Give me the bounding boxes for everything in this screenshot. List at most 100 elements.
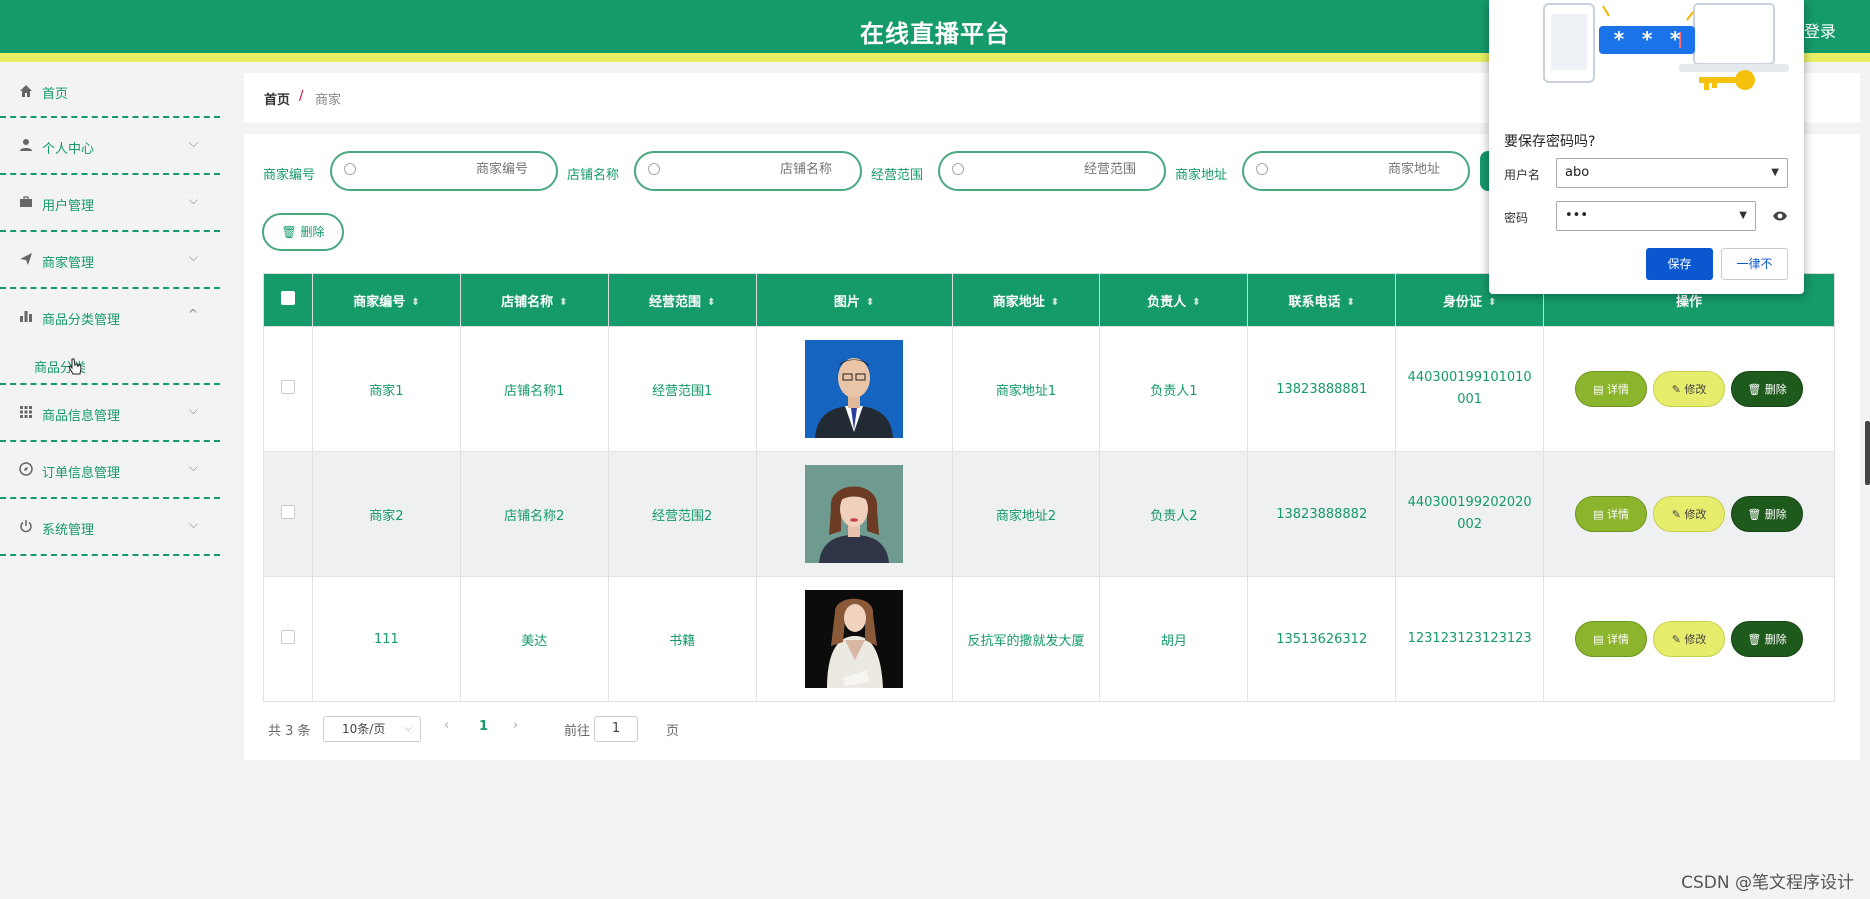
sidebar-item-label: 首页 — [42, 87, 69, 102]
search-input-shop-name[interactable] — [682, 162, 832, 177]
password-label: 密码 — [1504, 211, 1529, 225]
page-number-current[interactable]: 1 — [479, 719, 488, 734]
never-save-button[interactable]: 一律不 — [1721, 248, 1788, 280]
cell-scope: 经营范围2 — [607, 451, 757, 577]
search-input-scope[interactable] — [986, 162, 1136, 177]
column-header-shop-name[interactable]: 店铺名称 ⬍ — [459, 273, 609, 327]
row-checkbox[interactable] — [280, 380, 295, 394]
search-label-scope: 经营范围 — [871, 168, 924, 183]
page-scrollbar-thumb[interactable] — [1865, 421, 1870, 485]
sidebar-item-category-management[interactable]: 商品分类管理 ^ — [0, 289, 220, 355]
column-header-scope[interactable]: 经营范围 ⬍ — [607, 273, 757, 327]
sidebar-item-user-management[interactable]: 用户管理 ⌵ — [0, 175, 220, 232]
column-header-photo[interactable]: 图片 ⬍ — [755, 273, 953, 327]
cell-merchant-id: 111 — [311, 576, 461, 702]
watermark: CSDN @笔文程序设计 — [1681, 873, 1854, 893]
save-password-dialog: * * * 要保存密码吗? 用户名 abo ▼ 密码 ••• ▼ 保存 一律不 — [1489, 0, 1804, 294]
man-portrait-image[interactable] — [805, 340, 904, 438]
login-link[interactable]: 登录 — [1804, 18, 1836, 42]
sidebar-item-system-management[interactable]: 系统管理 ⌵ — [0, 499, 220, 556]
detail-button[interactable]: ▤ 详情 — [1575, 371, 1648, 407]
search-input-merchant-id[interactable] — [378, 162, 528, 177]
grid-icon — [18, 405, 34, 421]
woman-portrait-image[interactable] — [805, 465, 904, 563]
next-page-button[interactable]: › — [513, 718, 518, 733]
password-select[interactable]: ••• ▼ — [1556, 201, 1756, 231]
search-icon — [952, 163, 964, 175]
row-checkbox[interactable] — [280, 630, 295, 644]
cell-actions: ▤ 详情 ✎ 修改 🗑 删除 — [1543, 451, 1835, 577]
sort-icon: ⬍ — [865, 296, 875, 308]
page-size-value: 10条/页 — [342, 722, 386, 736]
batch-delete-button[interactable]: 🗑 删除 — [262, 213, 344, 251]
sidebar-item-personal-center[interactable]: 个人中心 ⌵ — [0, 118, 220, 175]
prev-page-button[interactable]: ‹ — [444, 718, 449, 733]
delete-button[interactable]: 🗑 删除 — [1731, 371, 1804, 407]
goto-page-input[interactable]: 1 — [594, 716, 638, 742]
column-header-address[interactable]: 商家地址 ⬍ — [951, 273, 1101, 327]
cell-phone: 13823888881 — [1247, 326, 1397, 452]
cell-shop-name: 美达 — [459, 576, 609, 702]
cell-phone: 13513626312 — [1247, 576, 1397, 702]
sort-icon: ⬍ — [1192, 296, 1201, 308]
briefcase-icon — [18, 195, 34, 211]
detail-button[interactable]: ▤ 详情 — [1575, 621, 1648, 657]
column-header-label: 商家编号 — [353, 294, 406, 310]
search-box-merchant-id[interactable] — [330, 151, 558, 191]
password-value: ••• — [1565, 208, 1589, 223]
sort-icon: ⬍ — [1050, 296, 1060, 308]
search-label-shop-name: 店铺名称 — [567, 168, 620, 183]
eye-icon[interactable] — [1772, 210, 1788, 222]
chevron-down-icon: ⌵ — [188, 193, 198, 207]
search-box-address[interactable] — [1242, 151, 1470, 191]
search-input-address[interactable] — [1290, 162, 1440, 177]
detail-button[interactable]: ▤ 详情 — [1575, 496, 1648, 532]
column-header-label: 店铺名称 — [501, 294, 554, 310]
search-box-scope[interactable] — [938, 151, 1166, 191]
cell-scope: 书籍 — [607, 576, 757, 702]
search-box-shop-name[interactable] — [634, 151, 862, 191]
sidebar-subitem-category[interactable]: 商品分类 — [0, 355, 220, 385]
column-header-label: 商家地址 — [992, 294, 1045, 310]
column-header-phone[interactable]: 联系电话 ⬍ — [1247, 273, 1397, 327]
edit-button[interactable]: ✎ 修改 — [1653, 621, 1726, 657]
username-select[interactable]: abo ▼ — [1556, 158, 1788, 188]
cell-photo — [755, 576, 953, 702]
cell-idcard: 123123123123123 — [1395, 576, 1545, 702]
sort-icon: ⬍ — [411, 296, 420, 308]
column-header-manager[interactable]: 负责人 ⬍ — [1099, 273, 1249, 327]
cell-actions: ▤ 详情 ✎ 修改 🗑 删除 — [1543, 576, 1835, 702]
select-all-checkbox[interactable] — [280, 291, 295, 305]
table-row: 商家1 店铺名称1 经营范围1 商家地址1 负责人1 13823888881 4… — [263, 326, 1835, 452]
cell-idcard: 440300199202020002 — [1395, 451, 1545, 577]
cell-manager: 负责人2 — [1099, 451, 1249, 577]
sidebar-item-merchant-management[interactable]: 商家管理 ⌵ — [0, 232, 220, 289]
delete-button[interactable]: 🗑 删除 — [1731, 621, 1804, 657]
cell-manager: 负责人1 — [1099, 326, 1249, 452]
row-select-cell — [263, 576, 313, 702]
page-size-select[interactable]: 10条/页 ⌵ — [323, 716, 421, 742]
password-mask-text: * * * — [1613, 27, 1684, 51]
user-icon — [18, 138, 34, 154]
sort-icon: ⬍ — [706, 296, 716, 308]
sidebar-item-home[interactable]: 首页 — [0, 71, 220, 118]
column-header-label: 操作 — [1676, 294, 1703, 310]
column-header-merchant-id[interactable]: 商家编号 ⬍ — [311, 273, 461, 327]
edit-button[interactable]: ✎ 修改 — [1653, 371, 1726, 407]
edit-label: 修改 — [1684, 383, 1707, 396]
woman-white-suit-image[interactable] — [805, 590, 904, 688]
sidebar-item-label: 个人中心 — [42, 142, 95, 157]
sidebar-item-label: 订单信息管理 — [42, 466, 121, 481]
cell-merchant-id: 商家2 — [311, 451, 461, 577]
delete-label: 删除 — [1764, 633, 1787, 646]
detail-label: 详情 — [1606, 383, 1629, 396]
save-password-button[interactable]: 保存 — [1646, 248, 1713, 280]
row-checkbox[interactable] — [280, 505, 295, 519]
breadcrumb-home[interactable]: 首页 — [264, 89, 290, 108]
sidebar-item-order-management[interactable]: 订单信息管理 ⌵ — [0, 442, 220, 499]
edit-button[interactable]: ✎ 修改 — [1653, 496, 1726, 532]
merchant-table: 商家编号 ⬍ 店铺名称 ⬍ 经营范围 ⬍ 图片 ⬍ 商家地址 ⬍ 负责人 ⬍ 联系电话 ⬍ 身… — [263, 273, 1835, 702]
sidebar-item-product-management[interactable]: 商品信息管理 ⌵ — [0, 385, 220, 442]
chevron-down-icon: ⌵ — [188, 403, 198, 417]
delete-button[interactable]: 🗑 删除 — [1731, 496, 1804, 532]
